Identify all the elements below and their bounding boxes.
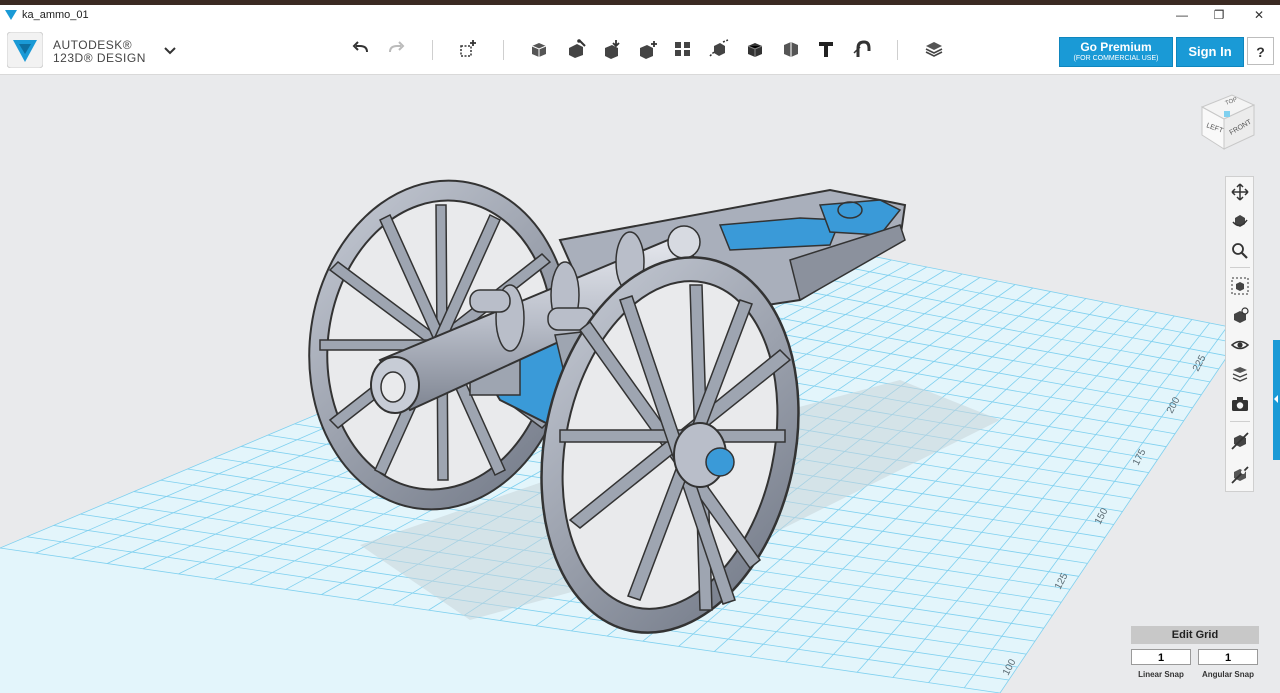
brand-123d-design: 123D® DESIGN — [53, 51, 146, 65]
orbit-button[interactable] — [1229, 210, 1251, 232]
restore-button[interactable]: ❐ — [1199, 5, 1239, 25]
snap-icon — [853, 40, 871, 57]
grouping-icon — [675, 42, 690, 56]
redo-icon — [389, 41, 405, 53]
text-button[interactable] — [778, 35, 804, 63]
combine-icon — [709, 39, 729, 57]
zoom-icon — [1232, 243, 1248, 259]
fit-icon — [1231, 277, 1249, 295]
view-button[interactable] — [1229, 334, 1251, 356]
pan-icon — [1231, 183, 1249, 201]
undo-button[interactable] — [348, 35, 374, 63]
construct-button[interactable] — [563, 35, 589, 63]
grid-settings-panel: Edit Grid 1 1 Linear Snap Angular Snap — [1131, 626, 1259, 686]
help-button[interactable]: ? — [1247, 37, 1274, 65]
chevron-down-icon[interactable] — [163, 45, 177, 57]
side-panel-toggle[interactable] — [1273, 340, 1280, 460]
text-icon — [819, 42, 833, 57]
zoom-selected-icon — [1234, 307, 1249, 323]
construct-icon — [569, 39, 586, 58]
grid-toggle-button[interactable] — [1229, 430, 1251, 452]
minimize-button[interactable]: — — [1162, 5, 1202, 25]
undo-icon — [352, 41, 368, 53]
materials-icon — [925, 42, 943, 57]
nav-separator — [1230, 421, 1250, 422]
brand-autodesk: AUTODESK® — [53, 38, 133, 52]
chevron-left-icon — [1274, 395, 1278, 403]
grid-toggle-icon — [1231, 432, 1249, 450]
text-tool-button[interactable] — [813, 35, 839, 63]
nav-separator — [1230, 267, 1250, 268]
modify-icon — [605, 40, 620, 59]
modify-button[interactable] — [599, 35, 625, 63]
measure-icon — [747, 43, 763, 57]
snap-toggle-button[interactable] — [1229, 464, 1251, 486]
camera-icon — [1232, 397, 1248, 411]
app-icon — [5, 10, 17, 20]
toolbar-separator — [897, 40, 898, 60]
navigation-bar — [1225, 176, 1254, 492]
angular-snap-label: Angular Snap — [1201, 670, 1254, 679]
materials-outline-icon — [1232, 367, 1248, 382]
zoom-selected-button[interactable] — [1229, 305, 1251, 327]
toolbar-separator — [432, 40, 433, 60]
toolbar-separator — [503, 40, 504, 60]
title-bar: ka_ammo_01 — ❐ ✕ — [0, 5, 1280, 25]
snap-button[interactable] — [849, 35, 875, 63]
zoom-button[interactable] — [1229, 240, 1251, 262]
primitives-button[interactable] — [455, 35, 481, 63]
pattern-button[interactable] — [635, 35, 661, 63]
materials-outline-button[interactable] — [1229, 363, 1251, 385]
go-premium-label: Go Premium — [1080, 40, 1152, 54]
orbit-icon — [1232, 215, 1248, 227]
scene: 225 200 175 150 125 100 — [0, 179, 1246, 693]
pan-button[interactable] — [1229, 181, 1251, 203]
edit-grid-button[interactable]: Edit Grid — [1131, 626, 1259, 644]
eye-icon — [1231, 340, 1249, 350]
primitives-icon — [460, 40, 476, 57]
box-icon — [784, 42, 798, 57]
measure-button[interactable] — [742, 35, 768, 63]
sketch-button[interactable] — [526, 35, 552, 63]
linear-snap-field[interactable]: 1 — [1131, 649, 1191, 665]
angular-snap-field[interactable]: 1 — [1198, 649, 1258, 665]
sketch-icon — [531, 43, 547, 57]
autodesk-logo-icon[interactable] — [7, 32, 43, 68]
pattern-icon — [640, 41, 657, 59]
redo-button[interactable] — [383, 35, 409, 63]
grouping-button[interactable] — [670, 35, 696, 63]
snap-toggle-icon — [1231, 466, 1249, 484]
window-title: ka_ammo_01 — [22, 9, 89, 21]
screenshot-button[interactable] — [1229, 393, 1251, 415]
viewcube[interactable]: TOP LEFT FRONT — [1196, 91, 1258, 153]
fit-button[interactable] — [1229, 275, 1251, 297]
go-premium-sublabel: (FOR COMMERCIAL USE) — [1073, 55, 1159, 62]
close-button[interactable]: ✕ — [1239, 5, 1279, 25]
materials-button[interactable] — [921, 35, 947, 63]
go-premium-button[interactable]: Go Premium (FOR COMMERCIAL USE) — [1059, 37, 1173, 67]
main-toolbar: AUTODESK® 123D® DESIGN Go Premium (FOR C… — [0, 25, 1280, 75]
combine-button[interactable] — [706, 35, 732, 63]
3d-viewport[interactable]: 225 200 175 150 125 100 — [0, 75, 1280, 693]
sign-in-button[interactable]: Sign In — [1176, 37, 1244, 67]
linear-snap-label: Linear Snap — [1138, 670, 1184, 679]
